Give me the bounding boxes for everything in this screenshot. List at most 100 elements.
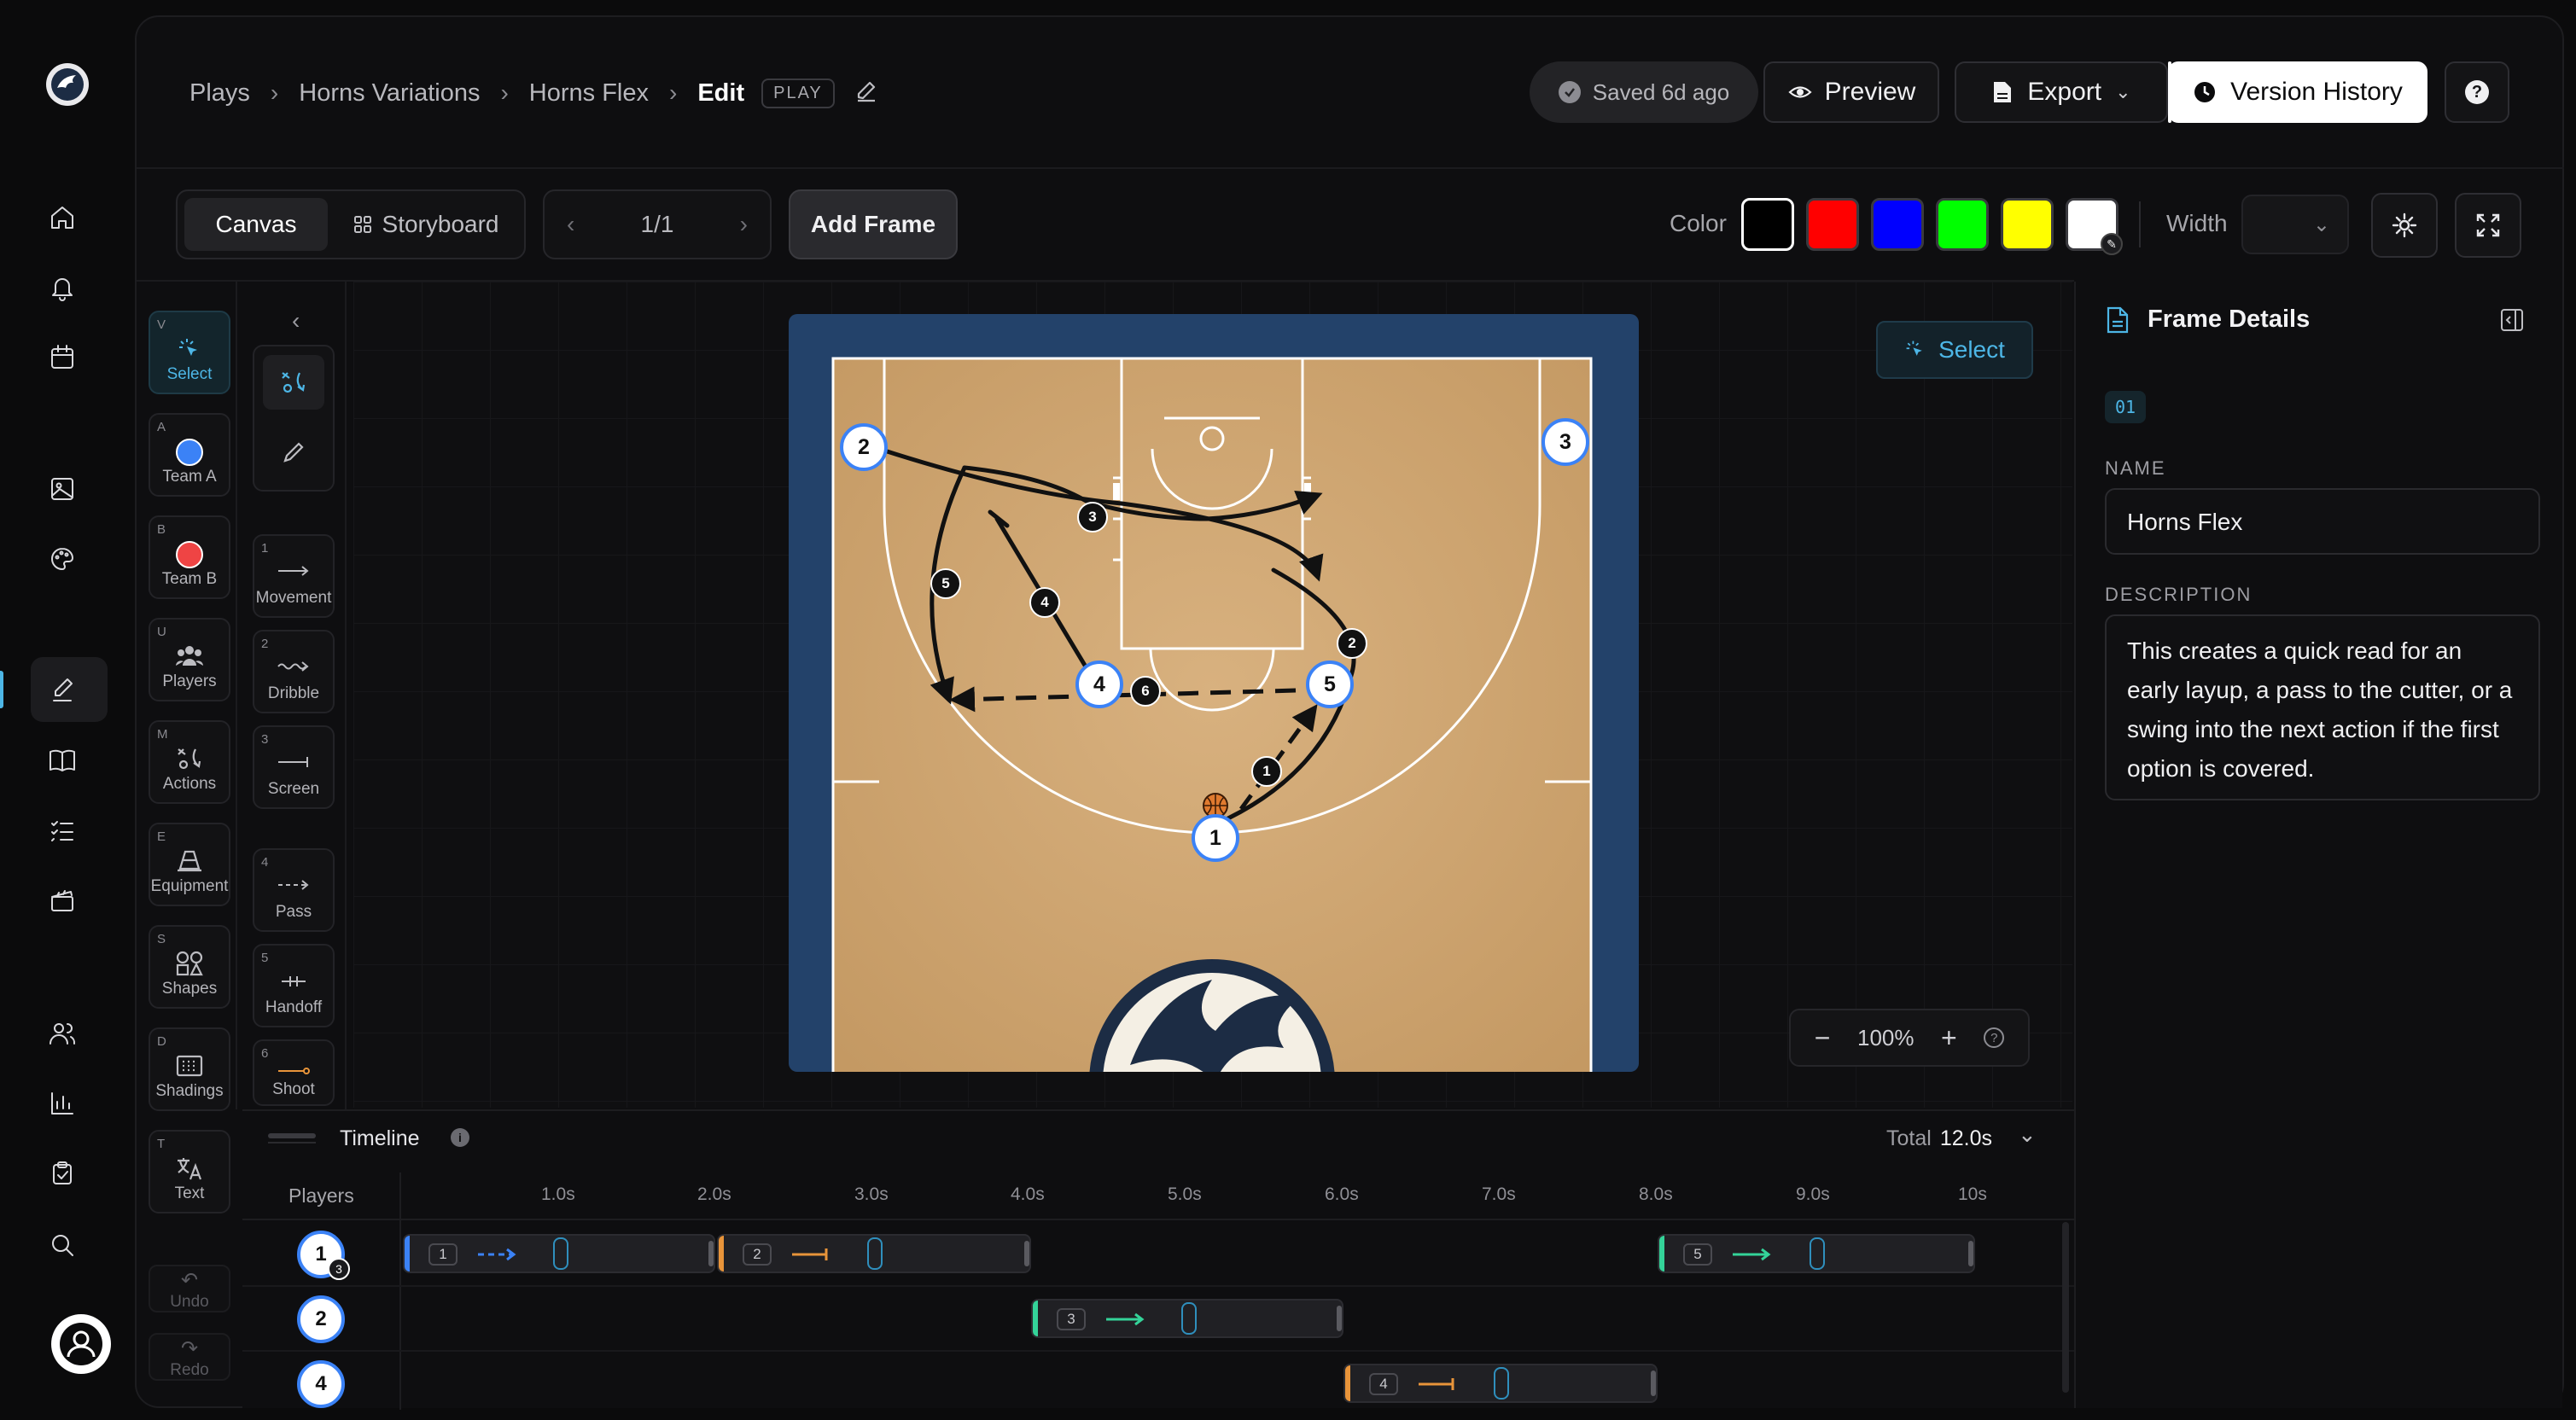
player-token-1[interactable]: 1 [1192, 814, 1239, 862]
action-badge-1[interactable]: 1 [1251, 756, 1282, 787]
clip-end-handle[interactable] [708, 1241, 714, 1266]
player-token-4[interactable]: 4 [1075, 661, 1123, 708]
color-swatch-blue[interactable] [1871, 198, 1924, 251]
color-swatch-black[interactable] [1741, 198, 1794, 251]
zoom-in-icon[interactable]: + [1941, 1022, 1957, 1054]
action-shoot[interactable]: 6 Shoot [253, 1039, 335, 1106]
zoom-out-icon[interactable]: − [1815, 1022, 1831, 1054]
book-icon[interactable] [41, 739, 84, 782]
palette-icon[interactable] [41, 538, 84, 580]
tab-storyboard[interactable]: Storyboard [336, 198, 516, 251]
preview-button[interactable]: Preview [1763, 61, 1939, 123]
app-logo[interactable] [46, 63, 89, 106]
clip-keyframe-marker[interactable] [1810, 1237, 1825, 1270]
image-icon[interactable] [41, 468, 84, 510]
clock-icon [2194, 82, 2216, 102]
bell-icon[interactable] [41, 266, 84, 309]
collapse-tools-icon[interactable]: ‹ [292, 307, 300, 335]
clip-keyframe-marker[interactable] [867, 1237, 883, 1270]
action-dribble[interactable]: 2 Dribble [253, 630, 335, 713]
color-swatch-red[interactable] [1806, 198, 1859, 251]
action-movement[interactable]: 1 Movement [253, 534, 335, 618]
clip-keyframe-marker[interactable] [553, 1237, 568, 1270]
tool-divider [236, 282, 237, 1109]
users-icon[interactable] [41, 1012, 84, 1055]
timeline-clip-4[interactable]: 4 [1343, 1364, 1658, 1403]
chevron-down-icon[interactable]: ⌄ [2018, 1121, 2037, 1148]
timeline-drag-handle[interactable] [268, 1133, 316, 1138]
prev-frame-icon[interactable]: ‹ [567, 211, 574, 238]
clip-number: 5 [1683, 1243, 1712, 1266]
name-input[interactable]: Horns Flex [2105, 488, 2540, 555]
timeline-clip-1[interactable]: 1 [403, 1234, 715, 1273]
avatar[interactable] [51, 1314, 111, 1374]
tool-shapes[interactable]: S Shapes [149, 925, 230, 1009]
mode-pencil[interactable] [263, 425, 324, 480]
color-swatch-yellow[interactable] [2001, 198, 2054, 251]
redo-button[interactable]: ↷ Redo [149, 1333, 230, 1381]
player-token-3[interactable]: 3 [1542, 418, 1589, 466]
add-frame-button[interactable]: Add Frame [789, 189, 958, 259]
breadcrumb-horns-flex[interactable]: Horns Flex [529, 79, 649, 108]
action-badge-5[interactable]: 5 [930, 568, 961, 599]
home-icon[interactable] [41, 196, 84, 239]
info-icon[interactable]: i [451, 1128, 469, 1147]
clip-end-handle[interactable] [1651, 1371, 1656, 1396]
clipboard-check-icon[interactable] [41, 1152, 84, 1195]
export-button[interactable]: Export ⌄ [1955, 61, 2168, 123]
tool-team-a[interactable]: A Team A [149, 413, 230, 497]
court-board[interactable] [789, 314, 1639, 1072]
timeline-scrollbar[interactable] [2062, 1222, 2069, 1393]
timeline-clip-5[interactable]: 5 [1658, 1234, 1975, 1273]
clip-end-handle[interactable] [1337, 1306, 1342, 1331]
help-circle-icon[interactable]: ? [1984, 1027, 2005, 1048]
color-swatch-white[interactable]: ✎ [2066, 198, 2123, 255]
fullscreen-button[interactable] [2455, 193, 2521, 258]
action-handoff[interactable]: 5 Handoff [253, 944, 335, 1027]
help-button[interactable]: ? [2445, 61, 2509, 123]
clip-end-handle[interactable] [1968, 1241, 1973, 1266]
select-mode-button[interactable]: Select [1876, 321, 2033, 379]
collapse-panel-icon[interactable] [2499, 307, 2525, 333]
color-swatch-green[interactable] [1936, 198, 1989, 251]
search-icon[interactable] [41, 1224, 84, 1266]
timeline-clip-3[interactable]: 3 [1031, 1299, 1343, 1338]
tool-team-b[interactable]: B Team B [149, 515, 230, 599]
tool-shadings[interactable]: D Shadings [149, 1027, 230, 1111]
pencil-icon[interactable] [854, 80, 879, 106]
mode-play-diagram[interactable] [263, 355, 324, 410]
clip-keyframe-marker[interactable] [1181, 1302, 1197, 1335]
clapperboard-icon[interactable] [41, 879, 84, 922]
undo-button[interactable]: ↶ Undo [149, 1265, 230, 1312]
breadcrumb-plays[interactable]: Plays [189, 79, 250, 108]
timeline-player-2[interactable]: 2 [297, 1295, 345, 1343]
action-badge-3[interactable]: 3 [1077, 502, 1108, 532]
width-select[interactable]: ⌄ [2241, 195, 2349, 254]
action-pass[interactable]: 4 Pass [253, 848, 335, 932]
player-token-2[interactable]: 2 [840, 423, 888, 471]
version-history-button[interactable]: Version History [2168, 61, 2427, 123]
action-badge-2[interactable]: 2 [1337, 628, 1367, 659]
tool-text[interactable]: T Text [149, 1130, 230, 1213]
edit-icon[interactable] [41, 669, 84, 712]
tool-actions[interactable]: M Actions [149, 720, 230, 804]
tool-equipment[interactable]: E Equipment [149, 823, 230, 906]
breadcrumb-horns-variations[interactable]: Horns Variations [299, 79, 480, 108]
clip-keyframe-marker[interactable] [1494, 1367, 1509, 1400]
action-screen[interactable]: 3 Screen [253, 725, 335, 809]
calendar-icon[interactable] [41, 336, 84, 379]
checklist-icon[interactable] [41, 809, 84, 852]
bar-chart-icon[interactable] [41, 1082, 84, 1125]
timeline-clip-2[interactable]: 2 [717, 1234, 1031, 1273]
tool-select[interactable]: V Select [149, 311, 230, 394]
player-token-5[interactable]: 5 [1306, 661, 1354, 708]
action-badge-6[interactable]: 6 [1130, 676, 1161, 707]
settings-button[interactable] [2371, 193, 2438, 258]
tab-canvas[interactable]: Canvas [184, 198, 328, 251]
clip-end-handle[interactable] [1024, 1241, 1029, 1266]
tool-players[interactable]: U Players [149, 618, 230, 701]
timeline-player-4[interactable]: 4 [297, 1360, 345, 1408]
description-textarea[interactable]: This creates a quick read for an early l… [2105, 614, 2540, 800]
action-badge-4[interactable]: 4 [1029, 587, 1060, 618]
next-frame-icon[interactable]: › [740, 211, 748, 238]
